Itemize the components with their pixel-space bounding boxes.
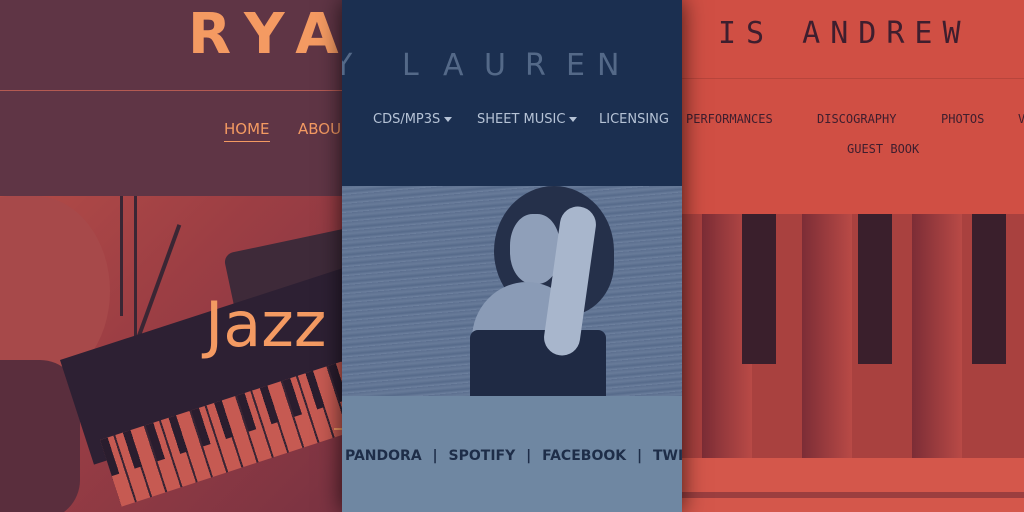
nav-sheet-music-dropdown[interactable]: SHEET MUSIC [477,112,578,127]
social-links: PANDORA | SPOTIFY | FACEBOOK | TWITTER [342,448,682,464]
hero-title: Jazz [205,288,327,361]
nav-label: SHEET MUSIC [477,112,566,127]
brand-letter: U [484,48,523,83]
site-preview-left: RYA HOME ABOU Jazz [0,0,342,512]
header-divider [0,90,342,91]
person-dress-shape [470,330,606,396]
separator: | [432,448,438,464]
site-footer [682,458,1024,512]
footer-divider [682,492,1024,498]
pandora-link[interactable]: PANDORA [345,448,422,464]
nav-label: CDS/MP3S [373,112,441,127]
spotify-link[interactable]: SPOTIFY [449,448,516,464]
site-brand: RYA [188,2,342,67]
caret-down-icon [569,117,578,122]
nav-truncated-link[interactable]: V [1018,112,1024,126]
nav-guest-book-link[interactable]: GUEST BOOK [847,142,919,156]
nav-discography-link[interactable]: DISCOGRAPHY [817,112,896,126]
nav-photos-link[interactable]: PHOTOS [941,112,984,126]
nav-licensing-link[interactable]: LICENSING [599,112,669,127]
brand-letter: L [402,48,436,83]
separator: | [526,448,532,464]
piano-key-shape [912,214,962,458]
hero-underline [334,428,342,430]
separator: | [636,448,643,464]
twitter-link[interactable]: TWITTER [653,448,682,464]
piano-key-shape [802,214,852,458]
site-preview-middle: Y L A U R E N CDS/MP3S SHEET MUSIC LICEN… [342,0,682,512]
brand-letter: Y [342,48,370,83]
caret-down-icon [444,117,453,122]
brand-letter: R [525,48,563,83]
facebook-link[interactable]: FACEBOOK [542,448,626,464]
nav-about-link[interactable]: ABOU [298,120,341,138]
cable-shape [120,196,123,316]
piano-black-key-shape [742,214,776,364]
nav-home-link[interactable]: HOME [224,120,270,142]
nav-cds-mp3s-dropdown[interactable]: CDS/MP3S [373,112,453,127]
brand-letter: A [443,48,481,83]
cable-shape [134,196,137,336]
nav-performances-link[interactable]: PERFORMANCES [686,112,773,126]
site-brand: IS ANDREW [718,16,971,51]
site-preview-right: IS ANDREW PERFORMANCES DISCOGRAPHY PHOTO… [682,0,1024,512]
piano-black-key-shape [858,214,892,364]
brand-letter: N [597,48,637,83]
piano-black-key-shape [972,214,1006,364]
header-divider [682,78,1024,79]
